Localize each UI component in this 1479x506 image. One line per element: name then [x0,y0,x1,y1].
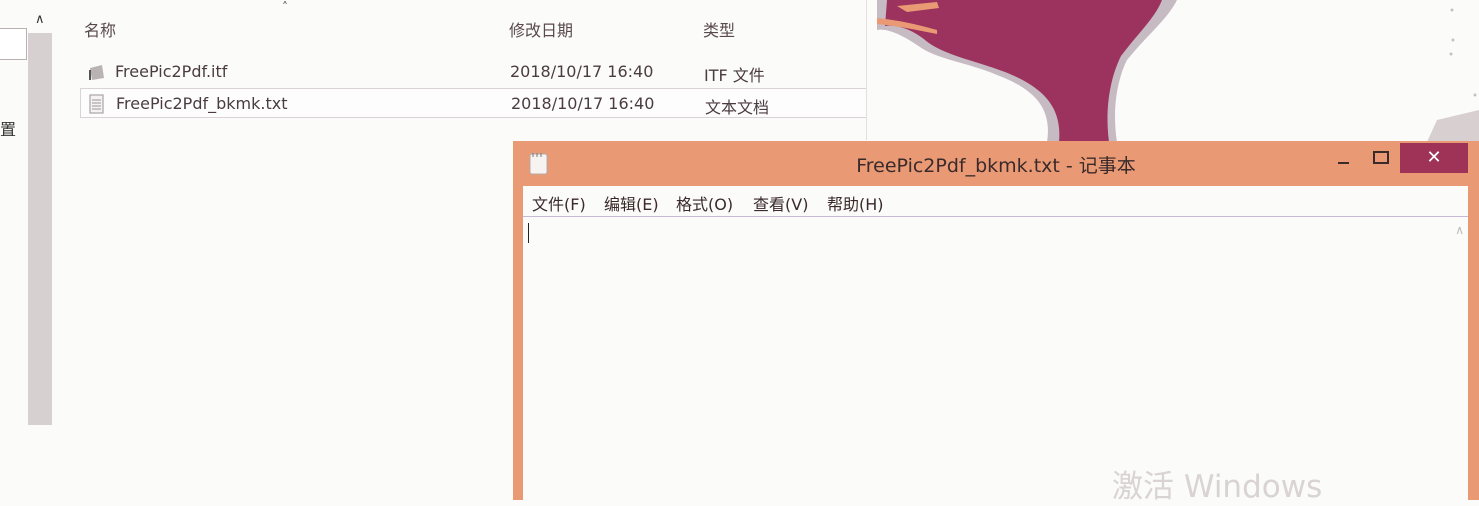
menu-help[interactable]: 帮助(H) [827,191,884,215]
notepad-window[interactable]: FreePic2Pdf_bkmk.txt - 记事本 ✕ 文件(F) 编辑(E)… [513,141,1479,500]
activate-windows-watermark: 激活 Windows [1112,469,1323,505]
column-header-date[interactable]: 修改日期 [509,17,573,41]
menu-format[interactable]: 格式(O) [676,191,733,215]
notepad-menubar: 文件(F) 编辑(E) 格式(O) 查看(V) 帮助(H) [523,186,1468,217]
wallpaper-image [877,0,1479,142]
nav-pane-scroll-top[interactable]: ∧ [0,10,52,60]
minimize-button[interactable] [1328,143,1360,173]
menu-view[interactable]: 查看(V) [753,191,808,215]
maximize-icon [1373,151,1389,164]
nav-pane-box [0,28,27,60]
chevron-up-icon[interactable]: ∧ [35,12,45,27]
desktop-wallpaper [877,0,1479,142]
nav-pane-scrollbar[interactable] [28,33,52,425]
pane-divider [866,0,867,140]
minimize-icon [1338,162,1349,164]
file-date: 2018/10/17 16:40 [511,94,655,113]
menu-edit[interactable]: 编辑(E) [604,191,659,215]
notepad-text-area[interactable]: ∧ [523,217,1468,500]
column-header-name[interactable]: 名称 [84,17,116,41]
file-date: 2018/10/17 16:40 [510,62,654,81]
sort-ascending-icon: ˄ [282,0,288,14]
notepad-titlebar[interactable]: FreePic2Pdf_bkmk.txt - 记事本 ✕ [513,141,1479,185]
close-icon: ✕ [1426,147,1442,168]
file-name: FreePic2Pdf.itf [115,62,228,81]
file-row[interactable]: FreePic2Pdf.itf 2018/10/17 16:40 ITF 文件 [80,57,867,87]
scroll-up-arrow-icon[interactable]: ∧ [1455,223,1464,237]
maximize-button[interactable] [1365,143,1397,173]
text-file-icon [89,94,104,114]
column-header-type[interactable]: 类型 [703,17,735,41]
file-type: 文本文档 [705,98,770,117]
close-button[interactable]: ✕ [1400,143,1468,173]
file-type: ITF 文件 [704,66,765,85]
file-name: FreePic2Pdf_bkmk.txt [116,94,288,113]
menu-file[interactable]: 文件(F) [532,191,586,215]
itf-file-icon [89,65,104,80]
text-caret [528,223,529,243]
file-row[interactable]: FreePic2Pdf_bkmk.txt 2018/10/17 16:40 文本… [80,88,867,118]
nav-pane-label[interactable]: 置 [0,116,16,140]
